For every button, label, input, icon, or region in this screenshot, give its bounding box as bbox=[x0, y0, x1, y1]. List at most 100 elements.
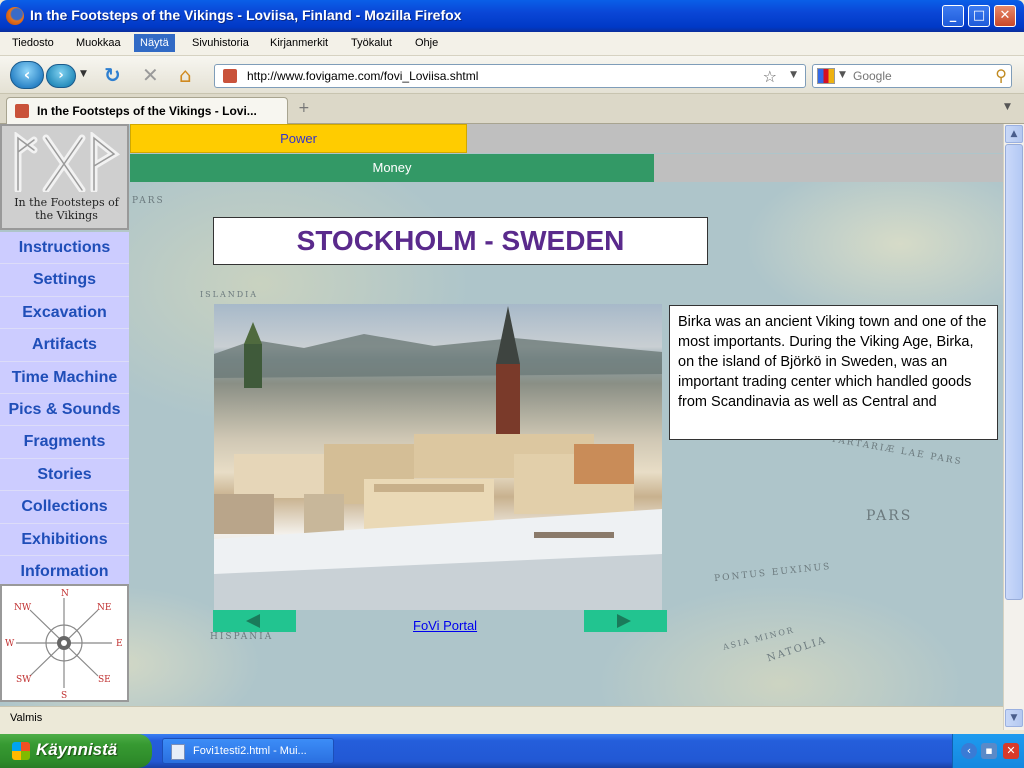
map-label: PONTUS EUXINUS bbox=[713, 561, 832, 585]
tab-bar: In the Footsteps of the Vikings - Lovi..… bbox=[0, 94, 1024, 124]
rune-logo-icon bbox=[14, 132, 120, 192]
menu-edit[interactable]: Muokkaa bbox=[72, 36, 125, 50]
arrow-right-icon bbox=[617, 614, 631, 628]
money-bar-remainder bbox=[654, 154, 1003, 182]
tab-favicon-icon bbox=[15, 104, 29, 118]
close-button[interactable]: ✕ bbox=[994, 5, 1016, 27]
scroll-up-icon[interactable]: ▲ bbox=[1005, 125, 1023, 143]
compass-se: SE bbox=[98, 675, 111, 685]
nav-pics-sounds[interactable]: Pics & Sounds bbox=[0, 394, 129, 427]
history-dropdown-icon[interactable]: ▼ bbox=[80, 69, 87, 79]
map-label: HISPANIA bbox=[210, 632, 274, 642]
menu-help[interactable]: Ohje bbox=[411, 36, 442, 50]
compass-s: S bbox=[61, 691, 67, 700]
nav-artifacts[interactable]: Artifacts bbox=[0, 329, 129, 362]
compass-e: E bbox=[116, 639, 123, 649]
tray-back-icon[interactable]: ‹ bbox=[961, 743, 977, 759]
google-engine-icon[interactable] bbox=[817, 68, 835, 84]
nav-excavation[interactable]: Excavation bbox=[0, 297, 129, 330]
start-button[interactable]: Käynnistä bbox=[0, 734, 152, 768]
nav-instructions[interactable]: Instructions bbox=[0, 232, 129, 265]
maximize-button[interactable]: □ bbox=[968, 5, 990, 27]
menu-bookmarks[interactable]: Kirjanmerkit bbox=[266, 36, 332, 50]
money-label: Money bbox=[372, 160, 412, 175]
tab-list-dropdown-icon[interactable]: ▼ bbox=[1004, 102, 1018, 116]
money-bar: Money bbox=[130, 154, 654, 182]
nav-collections[interactable]: Collections bbox=[0, 491, 129, 524]
nav-settings[interactable]: Settings bbox=[0, 264, 129, 297]
tab-active[interactable]: In the Footsteps of the Vikings - Lovi..… bbox=[6, 97, 288, 124]
forward-button[interactable]: › bbox=[46, 64, 76, 88]
search-input[interactable] bbox=[853, 67, 983, 85]
network-icon[interactable]: ▪ bbox=[981, 743, 997, 759]
address-url[interactable]: http://www.fovigame.com/fovi_Loviisa.sht… bbox=[247, 69, 478, 83]
menu-file[interactable]: Tiedosto bbox=[8, 36, 58, 50]
location-title: STOCKHOLM - SWEDEN bbox=[296, 225, 625, 256]
taskbar-item-label: Fovi1testi2.html - Mui... bbox=[193, 745, 307, 757]
compass-ne: NE bbox=[97, 603, 111, 613]
security-alert-icon[interactable]: ✕ bbox=[1003, 743, 1019, 759]
windows-logo-icon bbox=[12, 742, 30, 760]
power-bar-remainder bbox=[467, 124, 1003, 153]
firefox-icon bbox=[6, 7, 24, 25]
stockholm-cityscape-icon bbox=[214, 306, 662, 610]
nav-stories[interactable]: Stories bbox=[0, 459, 129, 492]
next-button[interactable] bbox=[584, 610, 667, 632]
navigation-toolbar: ‹ › ▼ ↻ ✕ ⌂ http://www.fovigame.com/fovi… bbox=[0, 56, 1024, 94]
compass-sw: SW bbox=[16, 675, 32, 685]
window-title: In the Footsteps of the Vikings - Loviis… bbox=[30, 7, 462, 23]
start-label: Käynnistä bbox=[36, 740, 118, 759]
bookmark-star-icon[interactable]: ☆ bbox=[763, 67, 777, 86]
windows-taskbar: Käynnistä Fovi1testi2.html - Mui... ‹ ▪ … bbox=[0, 734, 1024, 768]
status-bar: Valmis bbox=[0, 706, 1003, 730]
search-bar[interactable]: ▼ ⚲ bbox=[812, 64, 1012, 88]
previous-button[interactable] bbox=[213, 610, 296, 632]
stockholm-photo bbox=[214, 304, 662, 610]
menu-tools[interactable]: Työkalut bbox=[347, 36, 396, 50]
search-icon[interactable]: ⚲ bbox=[995, 66, 1007, 85]
map-label: PARS bbox=[866, 508, 913, 524]
map-label: NATOLIA bbox=[765, 634, 829, 665]
compass-n: N bbox=[61, 589, 69, 599]
description-text: Birka was an ancient Viking town and one… bbox=[678, 314, 987, 410]
page-content: PARS ISLANDIA PARS PONTUS EUXINUS TARTAR… bbox=[0, 124, 1003, 706]
menu-bar: Tiedosto Muokkaa Näytä Sivuhistoria Kirj… bbox=[0, 32, 1024, 56]
map-label: PARS bbox=[132, 196, 165, 206]
system-tray: ‹ ▪ ✕ bbox=[952, 734, 1024, 768]
window-titlebar: In the Footsteps of the Vikings - Loviis… bbox=[0, 0, 1024, 32]
back-button[interactable]: ‹ bbox=[10, 61, 44, 89]
nav-fragments[interactable]: Fragments bbox=[0, 426, 129, 459]
address-bar[interactable]: http://www.fovigame.com/fovi_Loviisa.sht… bbox=[214, 64, 806, 88]
site-favicon-icon bbox=[223, 69, 237, 83]
scroll-down-icon[interactable]: ▼ bbox=[1005, 709, 1023, 727]
home-icon[interactable]: ⌂ bbox=[179, 65, 192, 85]
logo-text: In the Footsteps of the Vikings bbox=[14, 196, 119, 222]
compass-nw: NW bbox=[14, 603, 32, 613]
tab-label: In the Footsteps of the Vikings - Lovi..… bbox=[37, 104, 257, 118]
new-tab-icon[interactable]: + bbox=[298, 100, 310, 116]
scroll-thumb[interactable] bbox=[1005, 144, 1023, 600]
menu-history[interactable]: Sivuhistoria bbox=[188, 36, 253, 50]
location-heading-box: STOCKHOLM - SWEDEN bbox=[213, 217, 708, 265]
document-icon bbox=[171, 744, 185, 760]
fovi-logo[interactable]: In the Footsteps of the Vikings bbox=[0, 124, 129, 230]
compass-icon: N NW NE W E SW SE S bbox=[5, 589, 123, 701]
game-side-nav: Instructions Settings Excavation Artifac… bbox=[0, 232, 129, 589]
map-label: ISLANDIA bbox=[200, 290, 259, 299]
address-dropdown-icon[interactable]: ▼ bbox=[790, 70, 797, 80]
vertical-scrollbar[interactable]: ▲ ▼ bbox=[1003, 124, 1024, 730]
nav-time-machine[interactable]: Time Machine bbox=[0, 362, 129, 394]
taskbar-item[interactable]: Fovi1testi2.html - Mui... bbox=[162, 738, 334, 764]
nav-exhibitions[interactable]: Exhibitions bbox=[0, 524, 129, 556]
search-engine-dropdown-icon[interactable]: ▼ bbox=[839, 70, 846, 80]
status-text: Valmis bbox=[10, 712, 43, 724]
compass-rose[interactable]: N NW NE W E SW SE S bbox=[0, 584, 129, 702]
reload-icon[interactable]: ↻ bbox=[104, 65, 121, 85]
fovi-portal-link[interactable]: FoVi Portal bbox=[413, 618, 477, 633]
menu-view[interactable]: Näytä bbox=[134, 34, 175, 52]
description-box: Birka was an ancient Viking town and one… bbox=[669, 305, 998, 440]
power-bar: Power bbox=[130, 124, 467, 153]
minimize-button[interactable]: _ bbox=[942, 5, 964, 27]
compass-w: W bbox=[5, 639, 15, 649]
stop-icon[interactable]: ✕ bbox=[142, 65, 159, 85]
